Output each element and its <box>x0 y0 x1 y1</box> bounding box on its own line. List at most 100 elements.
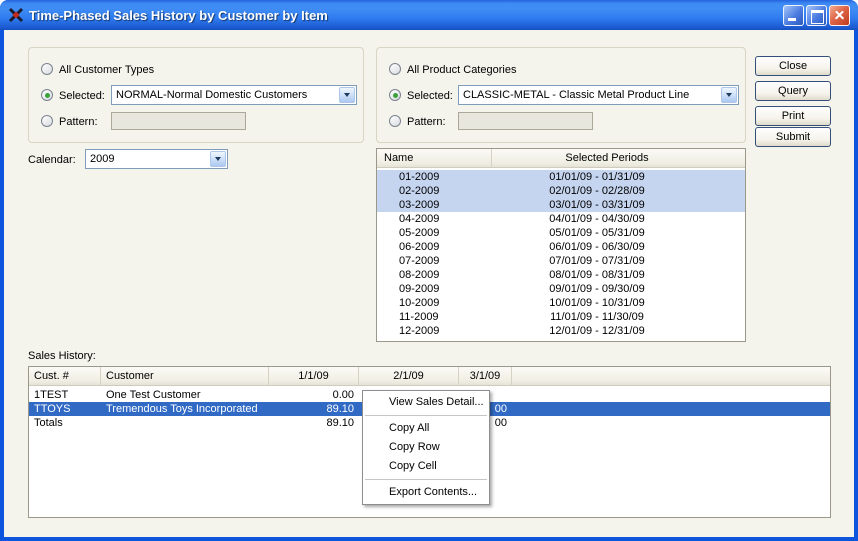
menu-item[interactable]: Copy Cell <box>363 457 489 476</box>
radio-label: Pattern: <box>407 116 446 128</box>
menu-item[interactable]: Export Contents... <box>363 483 489 502</box>
period-row[interactable]: 01-2009 01/01/09 - 01/31/09 <box>377 170 745 184</box>
context-menu: View Sales Detail... Copy AllCopy RowCopy… <box>362 390 490 505</box>
period-dates: 10/01/09 - 10/31/09 <box>477 296 717 310</box>
chevron-down-icon <box>726 93 732 97</box>
client-area: All Customer Types Selected: NORMAL-Norm… <box>4 30 854 537</box>
customer-pattern-input <box>111 112 246 130</box>
radio-customer-pattern[interactable] <box>41 115 53 127</box>
product-categories-group: All Product Categories Selected: CLASSIC… <box>376 47 746 143</box>
dropdown-button[interactable] <box>339 87 355 103</box>
sales-cell <box>101 416 269 430</box>
sales-header: Cust. # Customer 1/1/09 2/1/09 3/1/09 <box>29 367 830 386</box>
submit-button[interactable]: Submit <box>755 127 831 147</box>
calendar-combobox-value: 2009 <box>86 153 209 165</box>
sales-cell: 89.10 <box>269 416 359 430</box>
period-row[interactable]: 04-2009 04/01/09 - 04/30/09 <box>377 212 745 226</box>
sales-header-period1[interactable]: 1/1/09 <box>269 367 359 386</box>
product-combobox-value: CLASSIC-METAL - Classic Metal Product Li… <box>459 89 720 101</box>
period-row[interactable]: 10-2009 10/01/09 - 10/31/09 <box>377 296 745 310</box>
sales-cell: Tremendous Toys Incorporated <box>101 402 269 416</box>
product-combobox[interactable]: CLASSIC-METAL - Classic Metal Product Li… <box>458 85 739 105</box>
period-name: 11-2009 <box>399 310 439 324</box>
radio-label: Selected: <box>407 90 453 102</box>
menu-separator <box>365 415 487 416</box>
period-row[interactable]: 11-2009 11/01/09 - 11/30/09 <box>377 310 745 324</box>
radio-product-pattern[interactable] <box>389 115 401 127</box>
sales-cell: TTOYS <box>29 402 101 416</box>
radio-label: All Customer Types <box>59 64 154 76</box>
period-dates: 09/01/09 - 09/30/09 <box>477 282 717 296</box>
sales-header-period3[interactable]: 3/1/09 <box>459 367 512 386</box>
radio-product-selected[interactable] <box>389 89 401 101</box>
radio-label: Selected: <box>59 90 105 102</box>
menu-item[interactable]: Copy All <box>363 419 489 438</box>
calendar-label: Calendar: <box>28 154 76 166</box>
period-dates: 03/01/09 - 03/31/09 <box>477 198 717 212</box>
period-dates: 11/01/09 - 11/30/09 <box>477 310 717 324</box>
dropdown-button[interactable] <box>721 87 737 103</box>
period-dates: 01/01/09 - 01/31/09 <box>477 170 717 184</box>
customer-combobox-value: NORMAL-Normal Domestic Customers <box>112 89 338 101</box>
period-dates: 04/01/09 - 04/30/09 <box>477 212 717 226</box>
dropdown-button[interactable] <box>210 151 226 167</box>
menu-item[interactable]: Copy Row <box>363 438 489 457</box>
period-dates: 02/01/09 - 02/28/09 <box>477 184 717 198</box>
customer-types-group: All Customer Types Selected: NORMAL-Norm… <box>28 47 364 143</box>
chevron-down-icon <box>215 157 221 161</box>
customer-combobox[interactable]: NORMAL-Normal Domestic Customers <box>111 85 357 105</box>
period-name: 10-2009 <box>399 296 439 310</box>
period-row[interactable]: 03-2009 03/01/09 - 03/31/09 <box>377 198 745 212</box>
periods-header-selected-periods[interactable]: Selected Periods <box>492 149 722 168</box>
period-name: 09-2009 <box>399 282 439 296</box>
period-row[interactable]: 08-200908/01/09 - 08/31/09 <box>377 268 745 282</box>
radio-customer-selected[interactable] <box>41 89 53 101</box>
sales-header-period2[interactable]: 2/1/09 <box>359 367 459 386</box>
sales-header-cust[interactable]: Cust. # <box>29 367 101 386</box>
period-row[interactable]: 07-200907/01/09 - 07/31/09 <box>377 254 745 268</box>
sales-cell: 1TEST <box>29 388 101 402</box>
close-button[interactable]: Close <box>755 56 831 76</box>
calendar-combobox[interactable]: 2009 <box>85 149 228 169</box>
titlebar[interactable]: Time-Phased Sales History by Customer by… <box>0 0 858 30</box>
query-button[interactable]: Query <box>755 81 831 101</box>
period-row[interactable]: 02-2009 02/01/09 - 02/28/09 <box>377 184 745 198</box>
sales-history-label: Sales History: <box>28 350 96 362</box>
titlebar-close-button[interactable] <box>829 5 850 26</box>
period-name: 04-2009 <box>399 212 439 226</box>
window-title: Time-Phased Sales History by Customer by… <box>29 8 783 23</box>
period-row[interactable]: 06-2009 06/01/09 - 06/30/09 <box>377 240 745 254</box>
application-window: Time-Phased Sales History by Customer by… <box>0 0 858 541</box>
menu-separator <box>365 479 487 480</box>
radio-all-customer-types[interactable] <box>41 63 53 75</box>
minimize-button[interactable] <box>783 5 804 26</box>
periods-list: Name Selected Periods 01-2009 01/01/09 - … <box>376 148 746 342</box>
period-dates: 06/01/09 - 06/30/09 <box>477 240 717 254</box>
period-name: 03-2009 <box>399 198 439 212</box>
period-name: 05-2009 <box>399 226 439 240</box>
sales-header-customer[interactable]: Customer <box>101 367 269 386</box>
menu-item[interactable]: View Sales Detail... <box>363 393 489 412</box>
period-dates: 08/01/09 - 08/31/09 <box>477 268 717 282</box>
product-pattern-input <box>458 112 593 130</box>
period-row[interactable]: 05-2009 05/01/09 - 05/31/09 <box>377 226 745 240</box>
maximize-button[interactable] <box>806 5 827 26</box>
period-name: 07-2009 <box>399 254 439 268</box>
radio-label: All Product Categories <box>407 64 516 76</box>
period-name: 02-2009 <box>399 184 439 198</box>
periods-header-name[interactable]: Name <box>377 149 492 168</box>
sales-cell: One Test Customer <box>101 388 269 402</box>
chevron-down-icon <box>344 93 350 97</box>
periods-header: Name Selected Periods <box>377 149 745 168</box>
app-icon <box>8 7 24 23</box>
radio-all-product-categories[interactable] <box>389 63 401 75</box>
period-row[interactable]: 12-200912/01/09 - 12/31/09 <box>377 324 745 338</box>
period-name: 06-2009 <box>399 240 439 254</box>
periods-rows: 01-2009 01/01/09 - 01/31/09 02-2009 02/01/0… <box>377 170 745 341</box>
period-row[interactable]: 09-2009 09/01/09 - 09/30/09 <box>377 282 745 296</box>
period-dates: 05/01/09 - 05/31/09 <box>477 226 717 240</box>
sales-cell: Totals <box>29 416 101 430</box>
period-name: 01-2009 <box>399 170 439 184</box>
period-name: 12-2009 <box>399 324 439 338</box>
print-button[interactable]: Print <box>755 106 831 126</box>
